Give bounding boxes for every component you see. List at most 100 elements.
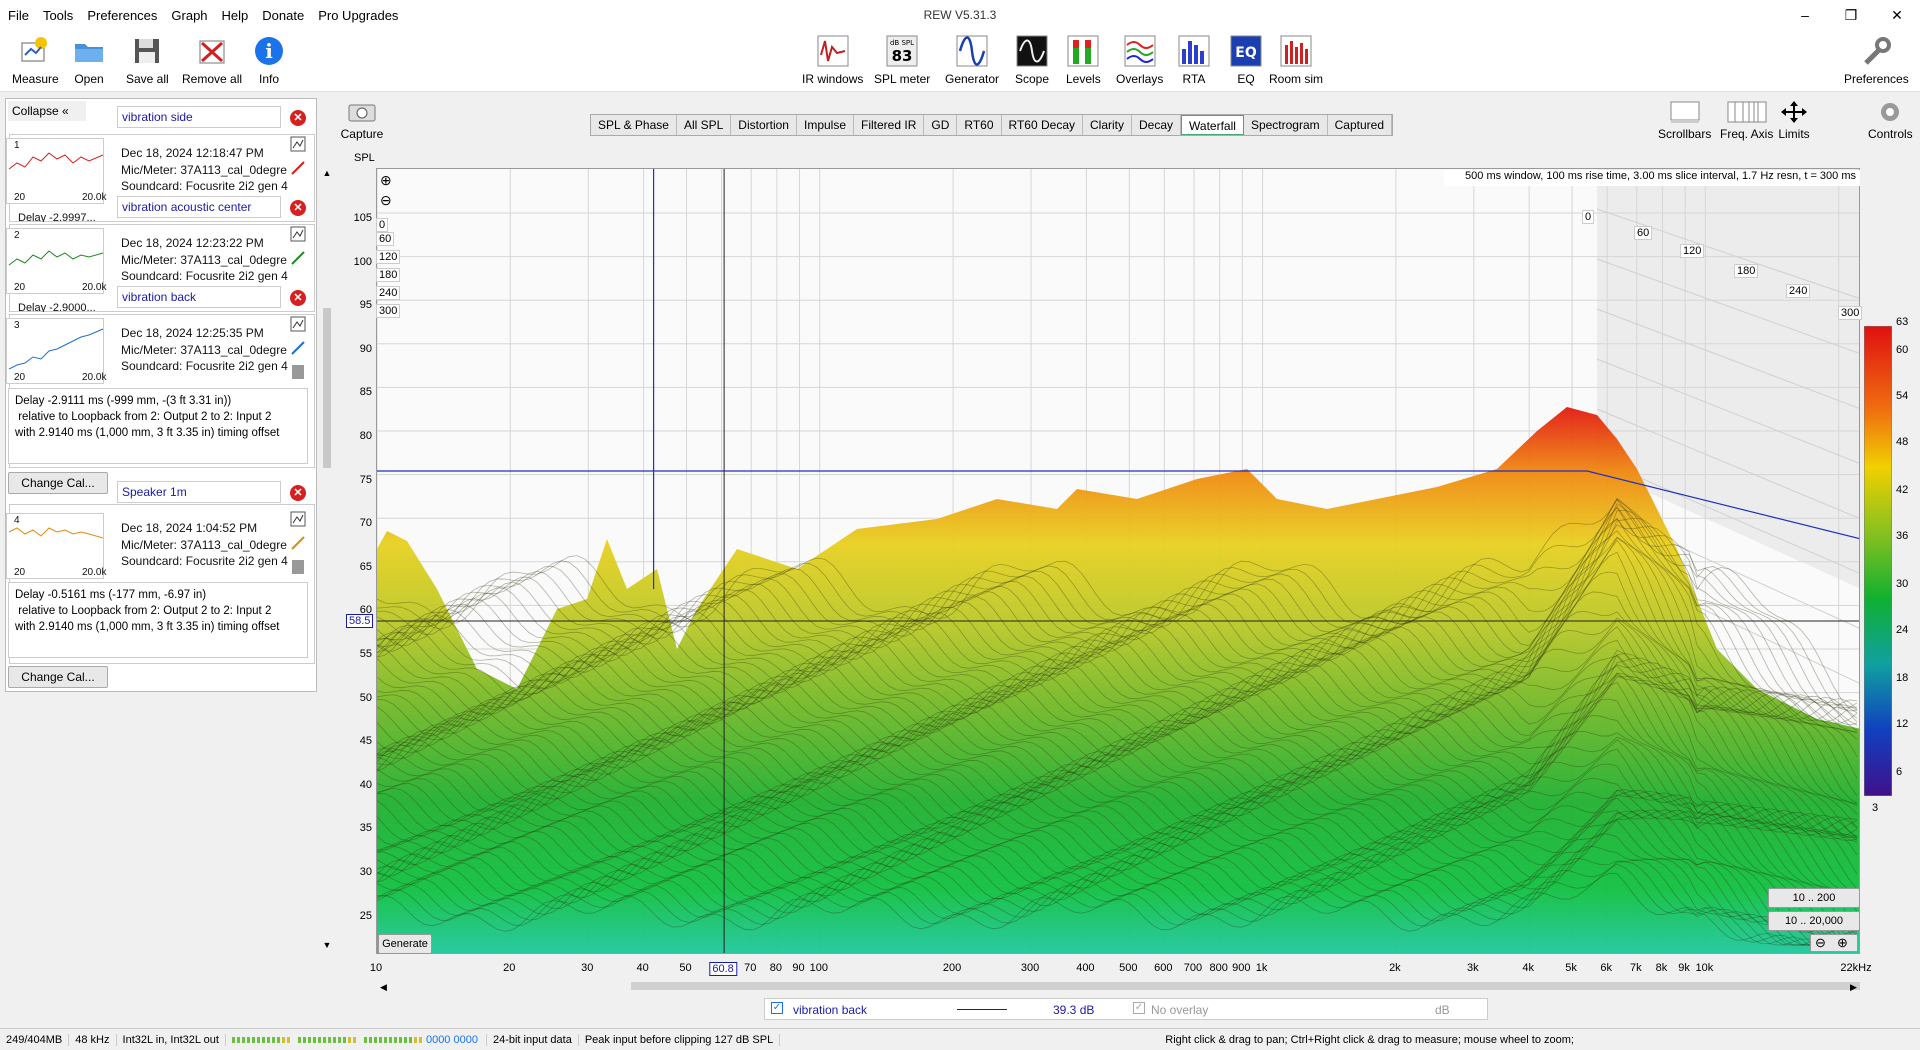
x-tick-label: 5k — [1565, 962, 1577, 974]
checkbox-checked[interactable]: ✓ — [771, 1002, 783, 1014]
tab-distortion[interactable]: Distortion — [731, 115, 797, 135]
change-cal-button[interactable]: Change Cal... — [8, 472, 108, 494]
zoom-controls: ⊖ ⊕ — [1810, 934, 1858, 952]
pen-icon[interactable] — [290, 160, 306, 176]
delete-measurement-icon[interactable]: ✕ — [290, 485, 306, 501]
save-all-button[interactable]: Save all — [126, 34, 169, 86]
panel-scrollbar[interactable]: ▲ ▼ — [322, 168, 332, 950]
info-button[interactable]: i Info — [252, 34, 286, 86]
menu-help[interactable]: Help — [222, 8, 249, 23]
close-window-button[interactable]: ✕ — [1874, 0, 1920, 30]
x-tick-label: 4k — [1522, 962, 1534, 974]
scope-button[interactable]: Scope — [1015, 34, 1049, 86]
scroll-up-icon: ▲ — [323, 168, 332, 178]
scroll-down-icon: ▼ — [323, 940, 332, 948]
time-tick-label: 300 — [376, 304, 401, 318]
notes-icon[interactable] — [290, 559, 306, 575]
scrollbars-button[interactable]: Scrollbars — [1658, 100, 1711, 141]
menu-tools[interactable]: Tools — [43, 8, 73, 23]
tab-impulse[interactable]: Impulse — [797, 115, 855, 135]
collapse-button[interactable]: Collapse « — [8, 101, 86, 121]
waterfall-graph[interactable] — [377, 169, 1860, 954]
color-scale-tick: 60 — [1896, 344, 1909, 356]
remove-all-button[interactable]: Remove all — [182, 34, 242, 86]
tab-spl-phase[interactable]: SPL & Phase — [591, 115, 677, 135]
generator-button[interactable]: Generator — [945, 34, 999, 86]
chart-icon[interactable] — [290, 316, 306, 332]
plot-horizontal-scrollbar[interactable]: ◀ ▶ — [376, 980, 1861, 992]
sample-rate-status: 48 kHz — [69, 1033, 117, 1046]
measurement-name-input[interactable]: Speaker 1m — [117, 481, 281, 503]
tab-gd[interactable]: GD — [924, 115, 958, 135]
pen-icon[interactable] — [290, 250, 306, 266]
minimize-button[interactable]: – — [1782, 0, 1828, 30]
zoom-out-icon[interactable]: ⊖ — [1815, 935, 1826, 951]
range-10-200-button[interactable]: 10 .. 200 — [1768, 888, 1860, 908]
spl-meter-button[interactable]: dB SPL 83 SPL meter — [874, 34, 930, 86]
menu-graph[interactable]: Graph — [171, 8, 207, 23]
preferences-button[interactable]: Preferences — [1844, 34, 1909, 86]
chart-icon[interactable] — [290, 226, 306, 242]
x-tick-label: 700 — [1183, 962, 1203, 974]
room-sim-button[interactable]: Room sim — [1269, 34, 1323, 86]
delete-measurement-icon[interactable]: ✕ — [290, 110, 306, 126]
scroll-left-icon: ◀ — [380, 982, 387, 992]
maximize-button[interactable]: ❐ — [1828, 0, 1874, 30]
tab-decay[interactable]: Decay — [1132, 115, 1182, 135]
chart-icon[interactable] — [290, 511, 306, 527]
eq-button[interactable]: EQ EQ — [1229, 34, 1263, 86]
measurement-name-input[interactable]: vibration side — [117, 106, 281, 128]
measure-button[interactable]: Measure — [12, 34, 59, 86]
tab-rt60[interactable]: RT60 — [957, 115, 1002, 135]
notes-icon[interactable] — [290, 364, 306, 380]
tab-filtered-ir[interactable]: Filtered IR — [854, 115, 925, 135]
rta-button[interactable]: RTA — [1177, 34, 1211, 86]
menu-preferences[interactable]: Preferences — [87, 8, 157, 23]
open-button[interactable]: Open — [72, 34, 106, 86]
tab-clarity[interactable]: Clarity — [1083, 115, 1133, 135]
limits-button[interactable]: Limits — [1778, 100, 1810, 141]
pen-icon[interactable] — [290, 340, 306, 356]
delete-measurement-icon[interactable]: ✕ — [290, 200, 306, 216]
overlays-button[interactable]: Overlays — [1116, 34, 1163, 86]
tab-spectrogram[interactable]: Spectrogram — [1244, 115, 1328, 135]
levels-button[interactable]: Levels — [1066, 34, 1101, 86]
change-cal-button[interactable]: Change Cal... — [8, 666, 108, 688]
y-tick-label: 75 — [359, 473, 372, 486]
capture-button[interactable]: Capture — [340, 100, 384, 141]
menu-pro-upgrades[interactable]: Pro Upgrades — [318, 8, 398, 23]
tab-waterfall[interactable]: Waterfall — [1181, 115, 1244, 135]
zoom-in-icon[interactable]: ⊕ — [380, 172, 396, 192]
y-tick-label: 35 — [359, 822, 372, 835]
zoom-in-icon[interactable]: ⊕ — [1837, 935, 1848, 951]
tab-rt60-decay[interactable]: RT60 Decay — [1002, 115, 1083, 135]
measurement-name-input[interactable]: vibration acoustic center — [117, 196, 281, 218]
time-tick-label: 0 — [1582, 210, 1595, 224]
menu-file[interactable]: File — [8, 8, 29, 23]
cursor-y-readout: 58.5 — [346, 614, 374, 628]
y-tick-label: 30 — [359, 866, 372, 878]
x-tick-label: 1k — [1255, 962, 1268, 974]
tab-captured[interactable]: Captured — [1328, 115, 1393, 135]
zoom-out-icon[interactable]: ⊖ — [380, 192, 396, 212]
ir-windows-button[interactable]: IR windows — [802, 34, 863, 86]
x-tick-label: 40 — [636, 962, 649, 974]
overlay-legend-panel: ✓ vibration back 39.3 dB ✓ No overlay dB — [764, 998, 1488, 1020]
overlay-checkbox[interactable]: ✓ — [1133, 1002, 1145, 1014]
chart-icon[interactable] — [290, 136, 306, 152]
controls-button[interactable]: Controls — [1868, 100, 1913, 141]
x-tick-label: 20 — [503, 962, 516, 974]
measurement-name-input[interactable]: vibration back — [117, 286, 281, 308]
delete-measurement-icon[interactable]: ✕ — [290, 290, 306, 306]
x-tick-label: 100 — [809, 962, 828, 974]
waterfall-plot[interactable] — [376, 168, 1860, 954]
tab-all-spl[interactable]: All SPL — [677, 115, 732, 135]
menu-donate[interactable]: Donate — [262, 8, 304, 23]
pen-icon[interactable] — [290, 535, 306, 551]
freq-axis-button[interactable]: Freq. Axis — [1720, 100, 1773, 141]
range-10-20000-button[interactable]: 10 .. 20,000 — [1768, 911, 1860, 931]
generate-button[interactable]: Generate — [378, 934, 432, 954]
color-scale-tick: 3 — [1872, 802, 1879, 814]
time-tick-label: 240 — [376, 286, 401, 300]
folder-icon — [72, 34, 106, 68]
